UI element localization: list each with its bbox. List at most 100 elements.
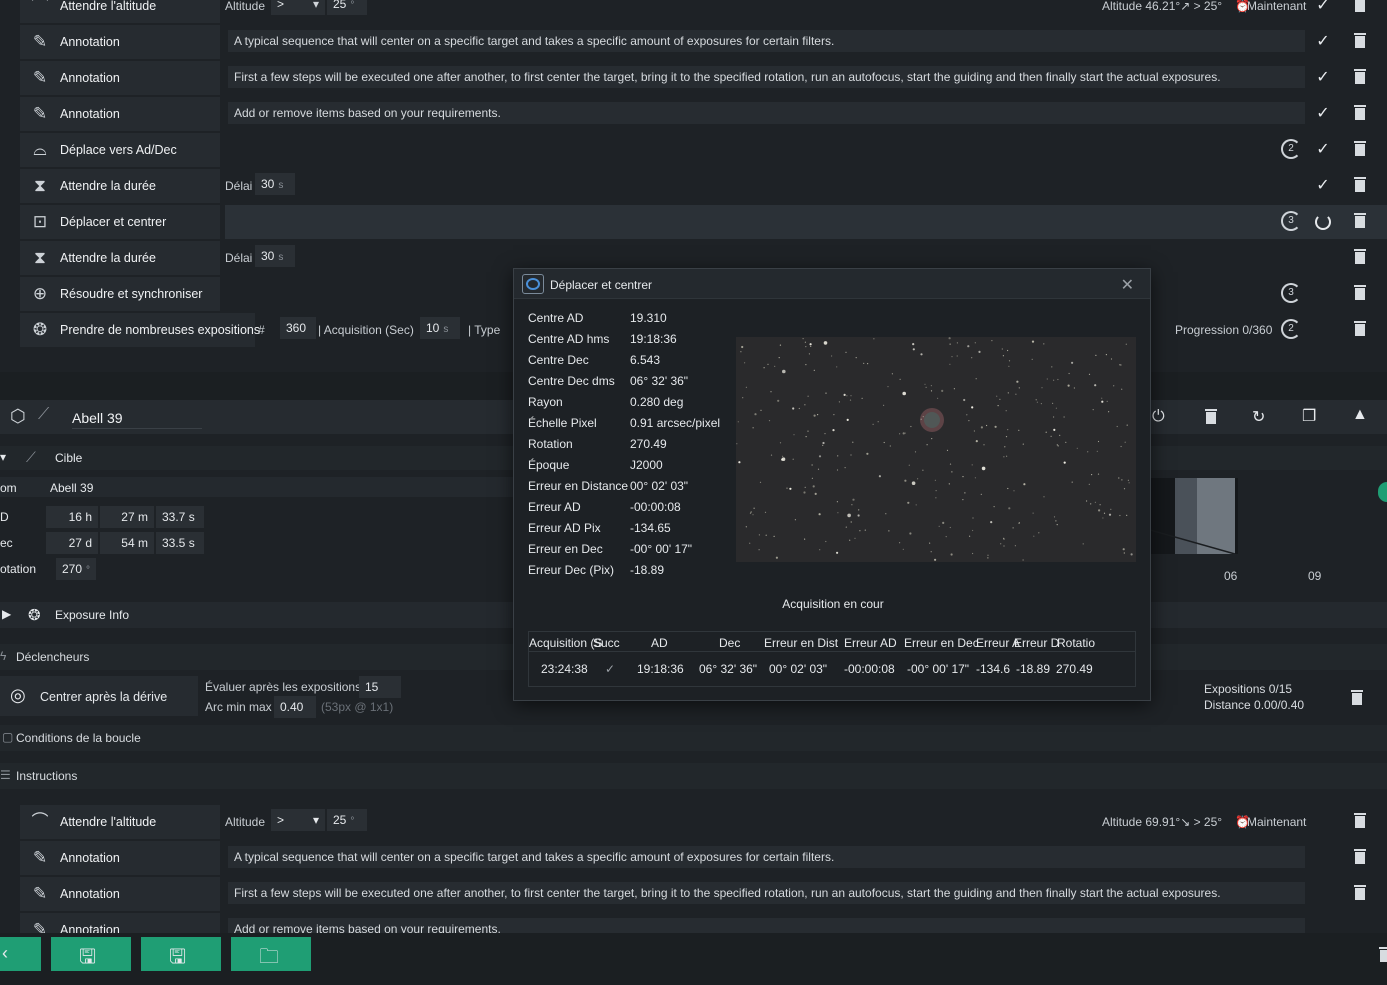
annotation-text[interactable]: Add or remove items based on your requir… xyxy=(228,102,1305,124)
ra-hours-field[interactable]: 16 h xyxy=(46,506,98,528)
annotation-text[interactable]: A typical sequence that will center on a… xyxy=(228,846,1305,868)
retry-icon[interactable]: 3 xyxy=(1281,211,1301,231)
prop-key: Erreur en Dec xyxy=(528,542,603,556)
prop-key: Centre AD hms xyxy=(528,332,610,346)
star xyxy=(1053,379,1055,381)
star xyxy=(1050,435,1052,437)
row-center[interactable]: ⊡ Déplacer et centrer 3 xyxy=(20,205,1387,239)
retry-icon[interactable]: 2 xyxy=(1281,319,1301,339)
trash-icon[interactable] xyxy=(1353,68,1367,86)
retry-icon[interactable]: 3 xyxy=(1281,283,1301,303)
back-button[interactable]: ‹ xyxy=(0,937,41,971)
check-icon[interactable]: ✓ xyxy=(1313,104,1333,124)
check-icon[interactable]: ✓ xyxy=(1313,68,1333,88)
star xyxy=(752,427,754,429)
altitude-when: Maintenant xyxy=(1247,0,1307,13)
row-annotation[interactable]: ✎ Annotation Add or remove items based on… xyxy=(20,913,1387,933)
trash-icon[interactable] xyxy=(1353,320,1367,338)
star xyxy=(878,475,881,478)
dec-deg-field[interactable]: 27 d xyxy=(46,532,98,554)
dec-sec-field[interactable]: 33.5 s xyxy=(156,532,204,554)
check-icon[interactable]: ✓ xyxy=(1313,140,1333,160)
altitude-value-field[interactable]: 25 ° xyxy=(327,0,367,15)
collapse-icon[interactable]: ▲ xyxy=(1352,406,1368,424)
trash-icon[interactable] xyxy=(1353,140,1367,158)
delay-value: 30 xyxy=(261,249,275,263)
annotation-text[interactable]: Add or remove items based on your requir… xyxy=(228,918,1305,933)
row-wait-time[interactable]: ⧗ Attendre la durée Délai 30 s ✓ xyxy=(20,169,1387,203)
trash-icon[interactable] xyxy=(1353,176,1367,194)
altitude-label: Altitude xyxy=(225,0,266,13)
altitude-op-select[interactable]: > ▾ xyxy=(271,809,325,831)
trash-icon[interactable] xyxy=(1353,0,1367,14)
row-slew-radec[interactable]: ⌓ Déplace vers Ad/Dec 2 ✓ xyxy=(20,133,1387,167)
target-title[interactable]: Abell 39 xyxy=(72,410,202,429)
star xyxy=(975,378,977,380)
name-value[interactable]: Abell 39 xyxy=(50,481,93,495)
ra-sec-field[interactable]: 33.7 s xyxy=(156,506,204,528)
star xyxy=(850,395,852,397)
open-button[interactable]: 🗀 xyxy=(231,937,311,971)
check-icon[interactable]: ✓ xyxy=(1313,0,1333,16)
star xyxy=(968,420,970,422)
star xyxy=(814,492,817,495)
star xyxy=(887,386,889,388)
delay-field[interactable]: 30 s xyxy=(255,173,295,195)
trash-icon[interactable] xyxy=(1350,689,1364,707)
row-wait-altitude[interactable]: ⌒ Attendre l'altitude Altitude > ▾ 25 ° Alt… xyxy=(20,0,1387,23)
power-icon[interactable]: ⏻ xyxy=(1152,408,1165,426)
dec-s: 33.5 xyxy=(162,536,186,550)
copy-icon[interactable]: ❐ xyxy=(1302,406,1316,426)
dec-min-field[interactable]: 54 m xyxy=(100,532,154,554)
trash-icon[interactable] xyxy=(1204,408,1218,426)
trash-icon[interactable] xyxy=(1353,104,1367,122)
check-icon[interactable]: ✓ xyxy=(1313,32,1333,52)
loop-conditions-header[interactable]: ▢ Conditions de la boucle xyxy=(0,725,1387,751)
altitude-icon: ⌒ xyxy=(31,0,49,15)
delay-field[interactable]: 30 s xyxy=(255,245,295,267)
annotation-text[interactable]: First a few steps will be executed one a… xyxy=(228,882,1305,904)
chart-handle[interactable] xyxy=(1378,482,1387,502)
star xyxy=(807,430,809,432)
row-annotation[interactable]: ✎ Annotation First a few steps will be ex… xyxy=(20,877,1387,911)
altitude-value-field[interactable]: 25 ° xyxy=(327,809,367,831)
instructions-header[interactable]: ☰ Instructions xyxy=(0,763,1387,789)
retry-icon[interactable]: 2 xyxy=(1281,139,1301,159)
trash-icon[interactable] xyxy=(1353,212,1367,230)
row-name-cell: ✎ Annotation xyxy=(20,97,220,131)
trash-icon[interactable] xyxy=(1353,32,1367,50)
trash-icon[interactable] xyxy=(1378,946,1387,964)
prop-value: -00:00:08 xyxy=(630,500,681,514)
trash-icon[interactable] xyxy=(1353,848,1367,866)
star xyxy=(811,477,813,479)
prop-row: Centre AD 19.310 xyxy=(528,311,667,325)
trash-icon[interactable] xyxy=(1353,812,1367,830)
row-annotation[interactable]: ✎ Annotation A typical sequence that will… xyxy=(20,841,1387,875)
row-label: Annotation xyxy=(60,887,120,901)
star xyxy=(838,401,840,403)
trash-icon[interactable] xyxy=(1353,248,1367,266)
check-icon[interactable]: ✓ xyxy=(1313,176,1333,196)
altitude-op-select[interactable]: > ▾ xyxy=(271,0,325,15)
row-wait-altitude[interactable]: ⌒ Attendre l'altitude Altitude > ▾ 25 ° Alt… xyxy=(20,805,1387,839)
close-icon[interactable]: ✕ xyxy=(1121,275,1134,295)
rotation-field[interactable]: 270 ° xyxy=(56,558,96,580)
exposure-count-field[interactable]: 360 xyxy=(280,317,316,339)
evaluate-field[interactable]: 15 xyxy=(359,676,401,698)
ra-min-field[interactable]: 27 m xyxy=(100,506,154,528)
row-annotation[interactable]: ✎ Annotation First a few steps will be ex… xyxy=(20,61,1387,95)
save-as-button[interactable]: 🖫 xyxy=(51,937,131,971)
acquisition-field[interactable]: 10 s xyxy=(420,317,460,339)
trash-icon[interactable] xyxy=(1353,884,1367,902)
row-annotation[interactable]: ✎ Annotation Add or remove items based on… xyxy=(20,97,1387,131)
crosshair-icon: ⊕ xyxy=(32,284,48,303)
annotation-text[interactable]: First a few steps will be executed one a… xyxy=(228,66,1305,88)
trash-icon[interactable] xyxy=(1353,284,1367,302)
annotation-text[interactable]: A typical sequence that will center on a… xyxy=(228,30,1305,52)
arc-field[interactable]: 0.40 xyxy=(274,696,316,718)
row-name-cell: ✎ Annotation xyxy=(20,61,220,95)
row-annotation[interactable]: ✎ Annotation A typical sequence that will… xyxy=(20,25,1387,59)
star xyxy=(948,483,950,485)
save-button[interactable]: 🖫 xyxy=(141,937,221,971)
reset-icon[interactable]: ↻ xyxy=(1252,407,1265,427)
